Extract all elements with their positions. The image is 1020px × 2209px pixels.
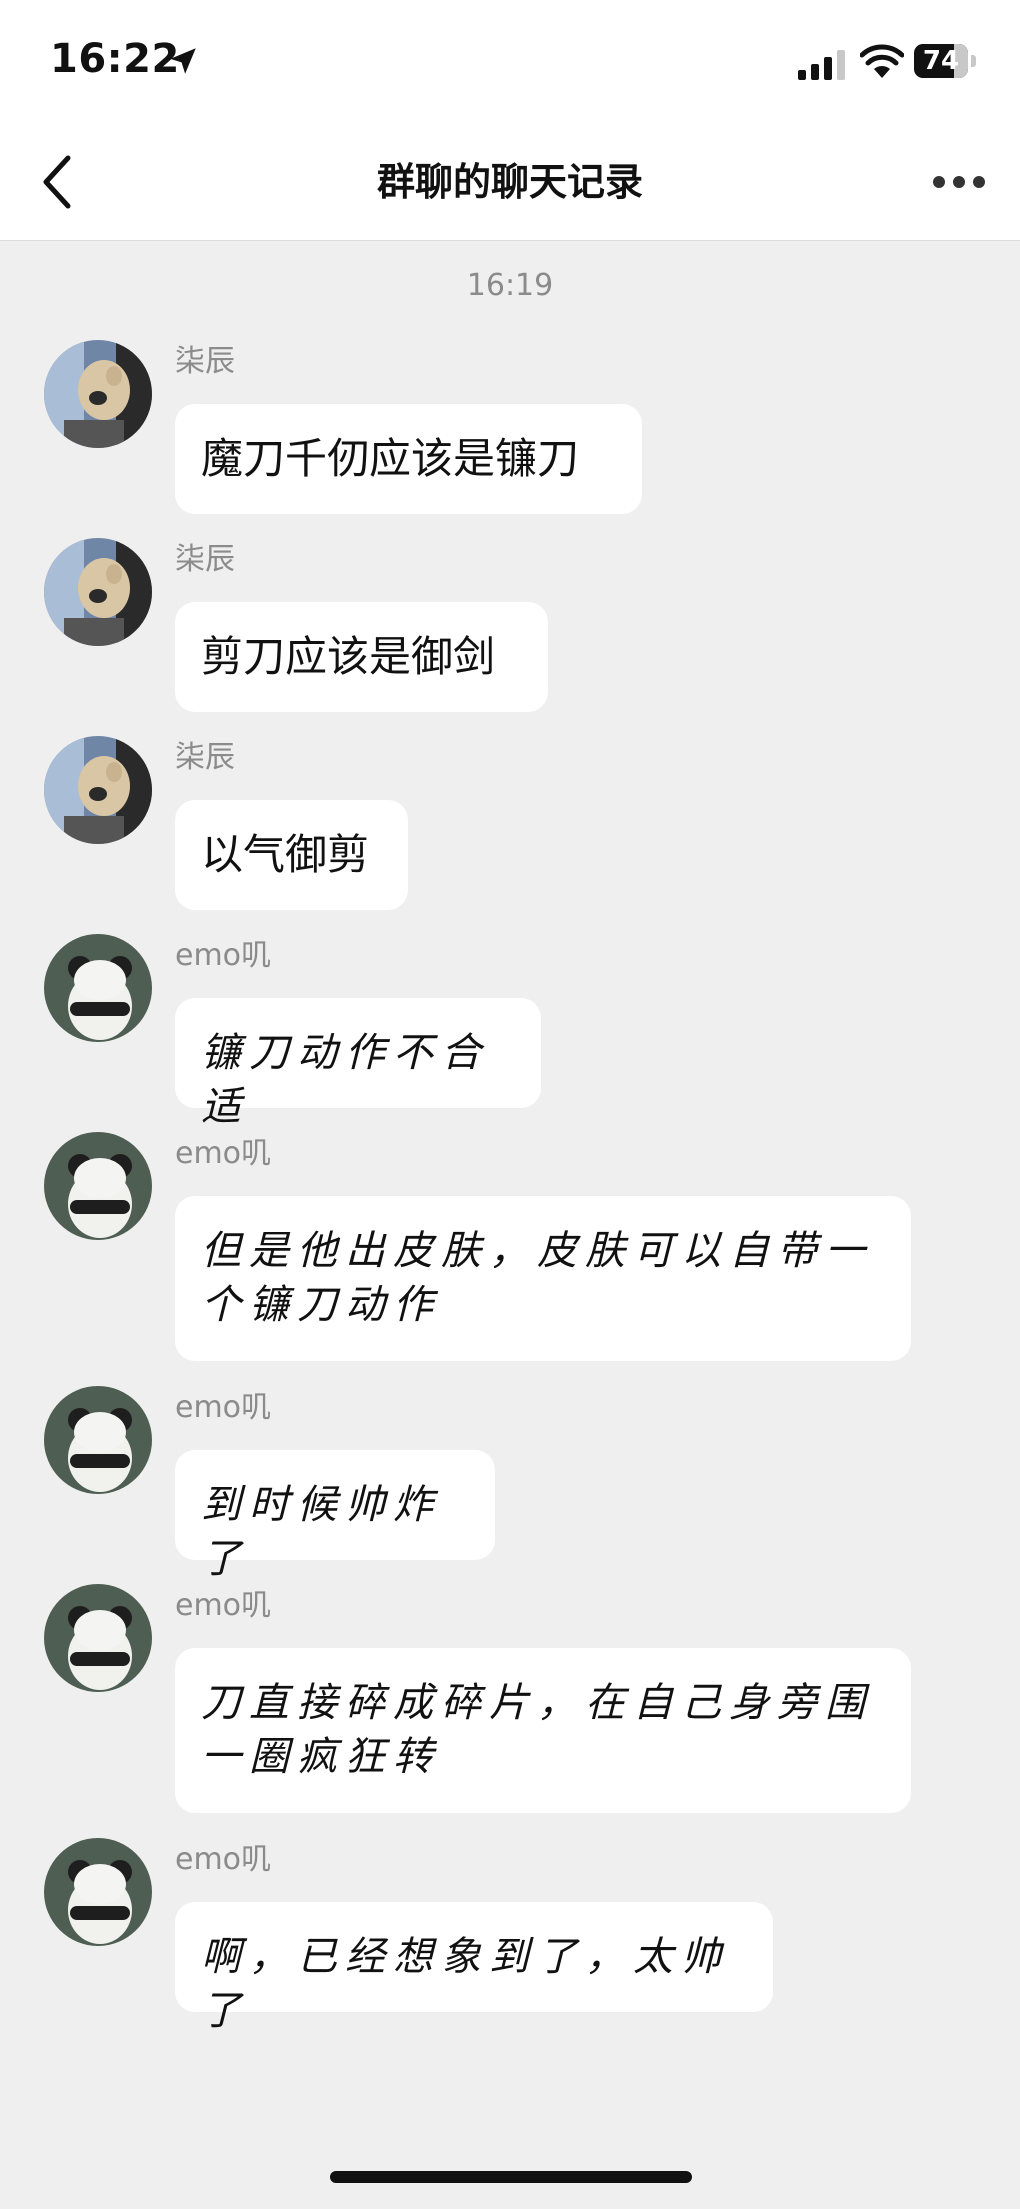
avatar-dog[interactable] <box>44 736 152 844</box>
sender-name: 柒辰 <box>175 740 235 775</box>
message-text: 到时候帅炸了 <box>201 1482 441 1582</box>
battery-cap <box>971 55 976 67</box>
battery-indicator: 74 <box>914 44 976 78</box>
sender-name: emo叽 <box>175 1588 272 1623</box>
message-text: 但是他出皮肤，皮肤可以自带一个镰刀动作 <box>201 1228 873 1328</box>
location-arrow-icon <box>170 48 196 74</box>
panda-avatar-image <box>44 1386 152 1494</box>
wifi-icon <box>860 44 904 78</box>
avatar-panda[interactable] <box>44 1386 152 1494</box>
avatar-panda[interactable] <box>44 934 152 1042</box>
avatar-panda[interactable] <box>44 1584 152 1692</box>
battery-body: 74 <box>914 44 968 78</box>
dog-avatar-image <box>44 736 152 844</box>
avatar-dog[interactable] <box>44 340 152 448</box>
avatar-dog[interactable] <box>44 538 152 646</box>
avatar-panda[interactable] <box>44 1838 152 1946</box>
sender-name: emo叽 <box>175 1136 272 1171</box>
message-bubble[interactable]: 剪刀应该是御剑 <box>175 602 548 712</box>
dog-avatar-image <box>44 340 152 448</box>
message-text: 以气御剪 <box>201 830 370 879</box>
panda-avatar-image <box>44 934 152 1042</box>
message-bubble[interactable]: 到时候帅炸了 <box>175 1450 495 1582</box>
more-dots-icon[interactable] <box>932 172 986 192</box>
sender-name: emo叽 <box>175 1842 272 1877</box>
message-bubble[interactable]: 啊，已经想象到了，太帅了 <box>175 1902 773 2034</box>
message-text: 刀直接碎成碎片，在自己身旁围一圈疯狂转 <box>201 1680 873 1780</box>
message-bubble[interactable]: 魔刀千仞应该是镰刀 <box>175 404 642 514</box>
status-bar: 16:22 74 <box>0 0 1020 124</box>
message-text: 镰刀动作不合适 <box>201 1030 489 1130</box>
sender-name: 柒辰 <box>175 344 235 379</box>
panda-avatar-image <box>44 1132 152 1240</box>
sender-name: 柒辰 <box>175 542 235 577</box>
panda-avatar-image <box>44 1584 152 1692</box>
message-text: 啊，已经想象到了，太帅了 <box>201 1934 729 2034</box>
avatar-panda[interactable] <box>44 1132 152 1240</box>
sender-name: emo叽 <box>175 1390 272 1425</box>
message-bubble[interactable]: 镰刀动作不合适 <box>175 998 541 1130</box>
cellular-signal-icon <box>798 50 845 80</box>
sender-name: emo叽 <box>175 938 272 973</box>
dog-avatar-image <box>44 538 152 646</box>
message-text: 剪刀应该是御剑 <box>201 632 496 681</box>
status-time: 16:22 <box>50 36 180 82</box>
nav-bar: 群聊的聊天记录 <box>0 124 1020 241</box>
message-timestamp: 16:19 <box>466 268 554 303</box>
battery-percent: 74 <box>922 46 960 76</box>
message-text: 魔刀千仞应该是镰刀 <box>201 434 580 483</box>
message-bubble[interactable]: 但是他出皮肤，皮肤可以自带一个镰刀动作 <box>175 1196 911 1361</box>
message-bubble[interactable]: 以气御剪 <box>175 800 408 910</box>
page-title: 群聊的聊天记录 <box>376 160 643 204</box>
message-bubble[interactable]: 刀直接碎成碎片，在自己身旁围一圈疯狂转 <box>175 1648 911 1813</box>
home-indicator[interactable] <box>330 2171 692 2183</box>
panda-avatar-image <box>44 1838 152 1946</box>
